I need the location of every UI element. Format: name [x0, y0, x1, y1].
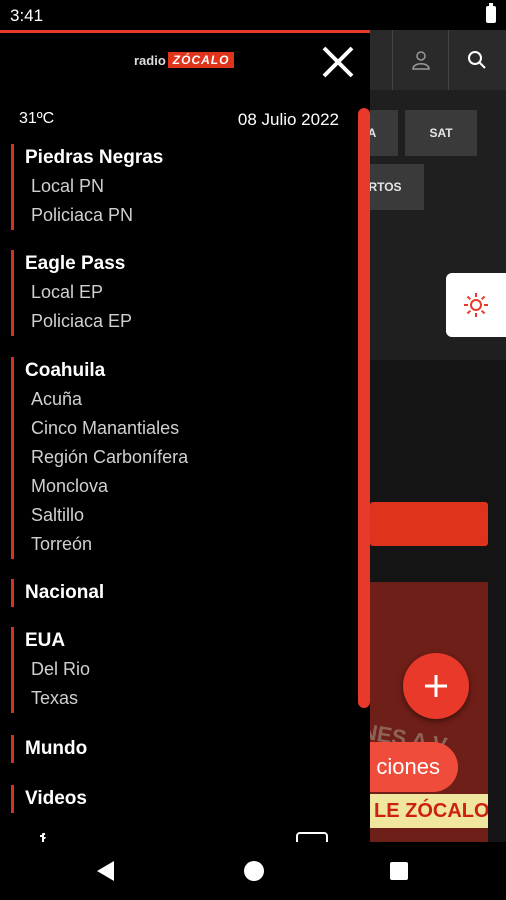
menu-item[interactable]: Local PN	[14, 172, 163, 201]
menu-item[interactable]: Del Rio	[14, 655, 90, 684]
plus-icon	[425, 675, 447, 697]
menu-item[interactable]: Torreón	[14, 530, 188, 559]
current-date: 08 Julio 2022	[237, 110, 339, 129]
sun-icon	[464, 293, 488, 317]
menu-section-coahuila: Coahuila Acuña Cinco Manantiales Región …	[11, 357, 188, 559]
menu-section-videos: Videos	[11, 785, 87, 813]
menu-item[interactable]: Acuña	[14, 385, 188, 414]
menu-section-title[interactable]: Piedras Negras	[14, 144, 163, 172]
status-time: 3:41	[10, 6, 44, 25]
drawer-footer-icons	[0, 830, 370, 842]
recent-apps-icon[interactable]	[390, 862, 408, 880]
search-button[interactable]	[448, 30, 505, 90]
status-bar: 3:41	[0, 0, 506, 30]
category-chip[interactable]: SAT	[405, 110, 477, 156]
user-icon	[412, 51, 430, 70]
drawer-scrollbar[interactable]	[358, 108, 370, 708]
user-button[interactable]	[392, 30, 449, 90]
menu-item[interactable]: Local EP	[14, 278, 132, 307]
close-drawer-button[interactable]	[318, 42, 358, 82]
menu-item[interactable]: Policiaca PN	[14, 201, 163, 230]
menu-item[interactable]: Saltillo	[14, 501, 188, 530]
video-icon[interactable]	[296, 832, 328, 842]
menu-item[interactable]: Monclova	[14, 472, 188, 501]
theme-toggle-button[interactable]	[446, 273, 506, 337]
app-header	[370, 30, 506, 90]
home-icon[interactable]	[244, 861, 264, 881]
menu-item[interactable]: Cinco Manantiales	[14, 414, 188, 443]
system-navigation-bar	[0, 842, 506, 900]
menu-section-mundo: Mundo	[11, 735, 87, 763]
menu-section-title[interactable]: EUA	[14, 627, 90, 655]
menu-item[interactable]: Región Carbonífera	[14, 443, 188, 472]
menu-section-eagle-pass: Eagle Pass Local EP Policiaca EP	[11, 250, 132, 336]
menu-section-eua: EUA Del Rio Texas	[11, 627, 90, 713]
accent-line	[0, 30, 370, 33]
back-icon[interactable]	[97, 861, 114, 881]
search-icon	[468, 51, 486, 69]
menu-item[interactable]: Policiaca EP	[14, 307, 132, 336]
menu-section-title[interactable]: Nacional	[14, 579, 104, 607]
menu-section-title[interactable]: Videos	[14, 785, 87, 813]
add-button[interactable]	[403, 653, 469, 719]
facebook-icon[interactable]	[38, 833, 48, 842]
menu-section-piedras-negras: Piedras Negras Local PN Policiaca PN	[11, 144, 163, 230]
navigation-drawer: radio ZÓCALO 31ºC 08 Julio 2022 Piedras …	[0, 30, 370, 842]
temperature: 31ºC	[19, 110, 55, 127]
section-header-bar	[370, 502, 488, 546]
menu-section-title[interactable]: Mundo	[14, 735, 87, 763]
close-icon	[322, 46, 354, 78]
radio-zocalo-logo: radio ZÓCALO	[134, 51, 235, 69]
battery-icon	[486, 3, 496, 23]
menu-section-title[interactable]: Coahuila	[14, 357, 188, 385]
menu-item[interactable]: Texas	[14, 684, 90, 713]
menu-section-nacional: Nacional	[11, 579, 104, 607]
menu-section-title[interactable]: Eagle Pass	[14, 250, 132, 278]
